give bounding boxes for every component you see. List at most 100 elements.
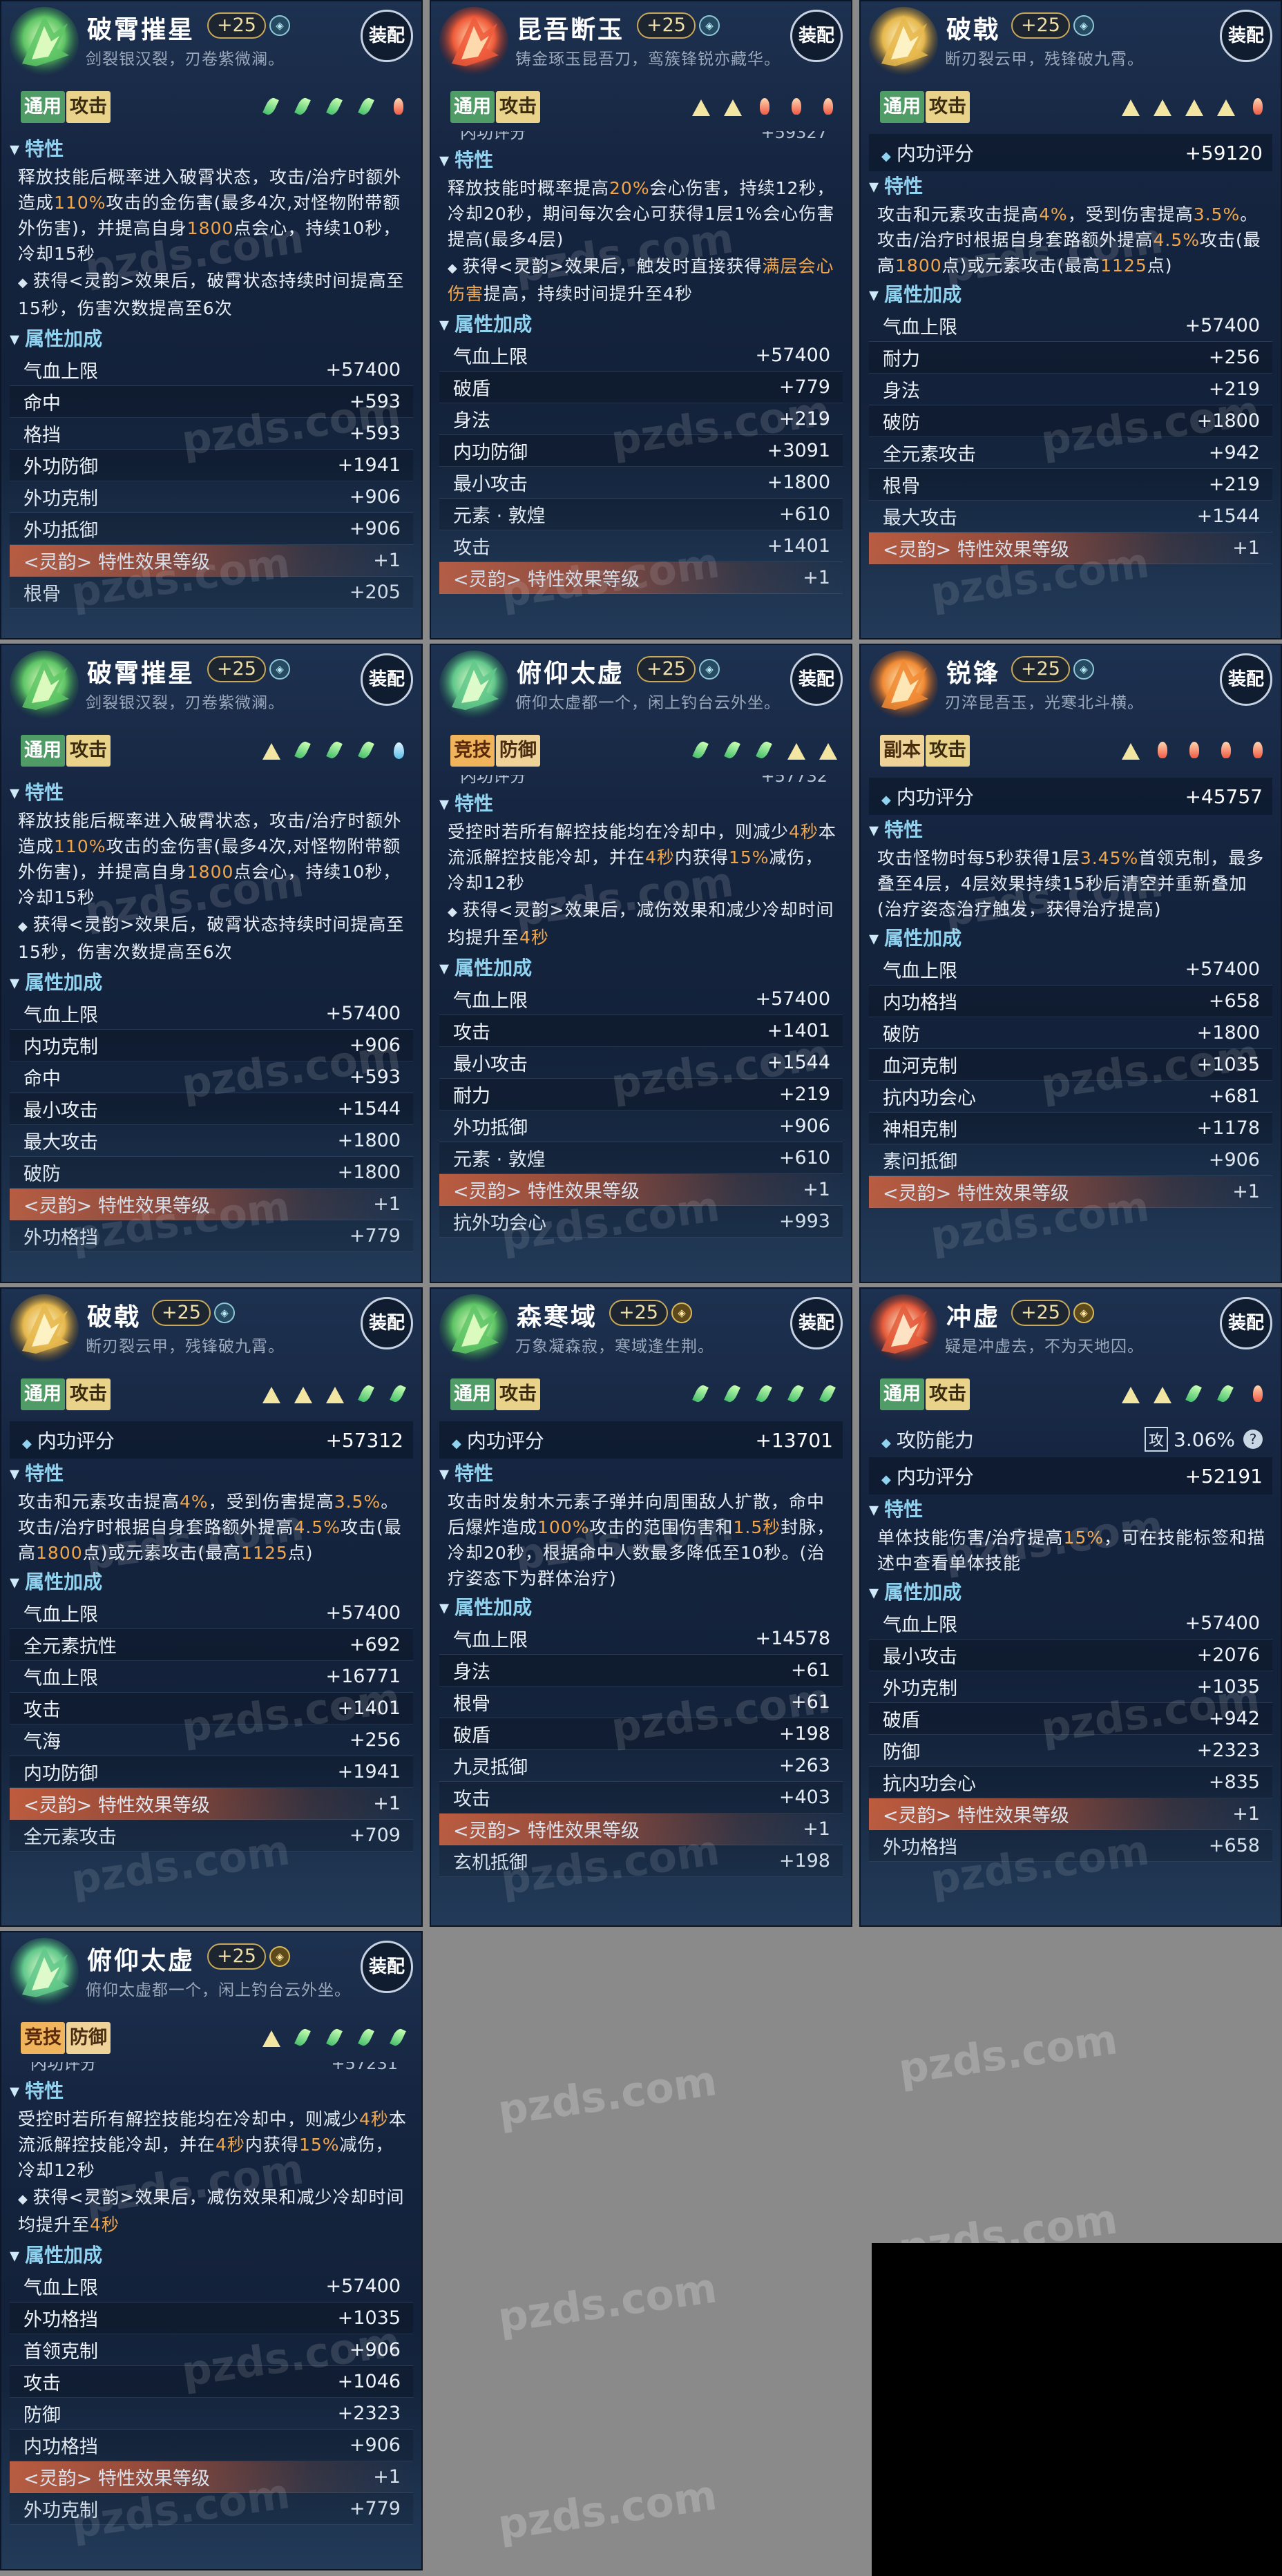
attribute-name: 抗内功会心 (883, 1774, 976, 1795)
card-header: 锐锋 +25 ◈ 刃淬昆吾玉，光寒北斗横。 装配 (861, 645, 1281, 733)
socket-row (251, 739, 410, 762)
attribute-row: 内功格挡 +906 (10, 2430, 413, 2461)
internal-score-label: 内功评分 (22, 1426, 325, 1454)
diamond-icon: ◈ (214, 1303, 235, 1323)
trait-section-header[interactable]: 特性 (869, 815, 1272, 845)
equip-button[interactable]: 装配 (361, 10, 413, 62)
card-header: 冲虚 +25 ◈ 疑是冲虚去，不为天地囚。 装配 (861, 1289, 1281, 1377)
socket-row (1111, 1383, 1270, 1406)
attribute-value: +219 (778, 1084, 830, 1105)
attribute-row: 气血上限 +57400 (10, 354, 413, 386)
attribute-value: +1544 (1196, 506, 1260, 527)
leaf-socket-icon (387, 2026, 410, 2050)
internal-score-value: +13701 (755, 1428, 833, 1452)
leaf-socket-icon (323, 739, 347, 762)
internal-score-value: +45757 (1185, 785, 1263, 808)
clipped-score-value: +57231 (331, 2062, 398, 2073)
fire-socket-icon (1183, 739, 1206, 762)
highlight-value: 1800 (895, 256, 942, 276)
trait-section-header[interactable]: 特性 (869, 171, 1272, 202)
gem-icon (868, 1293, 939, 1365)
equip-button[interactable]: 装配 (361, 1941, 413, 1993)
attribute-value: +906 (349, 486, 401, 508)
trait-section-header[interactable]: 特性 (10, 134, 413, 164)
attribute-name: 攻击 (453, 1022, 490, 1044)
attribute-name: 身法 (453, 1662, 490, 1683)
attribute-value: +681 (1208, 1086, 1260, 1107)
tri-socket-icon (1119, 1383, 1142, 1406)
equip-button[interactable]: 装配 (361, 653, 413, 706)
tag-label: 通用 (21, 1378, 65, 1410)
attribute-section-header[interactable]: 属性加成 (439, 309, 843, 340)
attribute-value: +3091 (767, 440, 830, 461)
equip-button[interactable]: 装配 (790, 1297, 843, 1349)
attribute-section-header[interactable]: 属性加成 (869, 280, 1272, 310)
diamond-icon: ◈ (1073, 1303, 1094, 1323)
card-header: 森寒域 +25 ◈ 万象凝森寂，寒域逢生荆。 装配 (431, 1289, 851, 1377)
attribute-value: +57400 (1185, 315, 1260, 336)
attack-defense-label: 攻防能力 (881, 1425, 1145, 1453)
highlight-value: 4秒 (789, 822, 819, 842)
attribute-row: 抗内功会心 +835 (869, 1767, 1272, 1798)
spec-effect-row: <灵韵> 特性效果等级 +1 (10, 1788, 413, 1820)
attribute-row: 气血上限 +57400 (439, 983, 843, 1015)
attribute-value: +1 (373, 2466, 401, 2488)
equip-button[interactable]: 装配 (790, 653, 843, 706)
attribute-value: +1941 (337, 1761, 401, 1782)
card-body: 特性释放技能后概率进入破霄状态，攻击/治疗时额外造成110%攻击的金伤害(最多4… (10, 775, 413, 1252)
trait-section-header[interactable]: 特性 (439, 145, 843, 175)
diamond-icon: ◈ (699, 659, 720, 680)
attribute-name: 外功抵御 (23, 520, 98, 541)
attribute-section-header[interactable]: 属性加成 (10, 2240, 413, 2271)
gem-icon (8, 1293, 80, 1365)
tri-socket-icon (260, 1383, 283, 1406)
attribute-name: 气血上限 (883, 961, 957, 982)
trait-section-header[interactable]: 特性 (439, 789, 843, 819)
level-badge: +25 (207, 12, 266, 39)
highlight-value: 4秒 (216, 2135, 245, 2155)
attribute-section-header[interactable]: 属性加成 (869, 1577, 1272, 1608)
equip-button[interactable]: 装配 (361, 1297, 413, 1349)
equip-button[interactable]: 装配 (1220, 653, 1272, 706)
attribute-value: +1 (1232, 537, 1260, 559)
diamond-icon: ◈ (671, 1303, 692, 1323)
attribute-section-header[interactable]: 属性加成 (439, 953, 843, 983)
attribute-value: +658 (1208, 990, 1260, 1012)
attribute-value: +57400 (755, 988, 830, 1010)
attribute-section-header[interactable]: 属性加成 (10, 1567, 413, 1597)
tri-socket-icon (291, 1383, 315, 1406)
attribute-name: 破防 (883, 1024, 920, 1046)
trait-section-header[interactable]: 特性 (10, 2076, 413, 2106)
trait-section-header[interactable]: 特性 (10, 778, 413, 808)
leaf-socket-icon (689, 1383, 713, 1406)
trait-section-header[interactable]: 特性 (439, 1459, 843, 1489)
attribute-section-header[interactable]: 属性加成 (10, 324, 413, 354)
attribute-name: 防御 (23, 2405, 61, 2426)
equipment-card: 破霄摧星 +25◈ 剑裂银汉裂，刃卷紫微澜。 装配通用攻击特性释放技能后概率进入破霄状… (0, 644, 423, 1283)
tag-label: 攻击 (926, 735, 970, 767)
attribute-name: 气血上限 (453, 347, 528, 368)
equip-button[interactable]: 装配 (1220, 1297, 1272, 1349)
attribute-row: 内功防御 +1941 (10, 1756, 413, 1788)
attribute-section-header[interactable]: 属性加成 (439, 1593, 843, 1623)
diamond-icon: ◈ (699, 15, 720, 36)
attribute-value: +1046 (337, 2371, 401, 2392)
attribute-section-header[interactable]: 属性加成 (869, 923, 1272, 954)
card-body: 特性释放技能后概率进入破霄状态，攻击/治疗时额外造成110%攻击的金伤害(最多4… (10, 131, 413, 608)
clipped-score-label: 内功评分 (30, 2062, 97, 2073)
attribute-section-header[interactable]: 属性加成 (10, 968, 413, 998)
help-icon[interactable]: ? (1243, 1430, 1263, 1449)
tag-label: 通用 (450, 91, 495, 123)
attribute-row: 外功抵御 +906 (439, 1111, 843, 1142)
trait-section-header[interactable]: 特性 (10, 1459, 413, 1489)
attribute-name: 元素 · 敦煌 (453, 506, 546, 527)
equip-button[interactable]: 装配 (790, 10, 843, 62)
leaf-socket-icon (1214, 1383, 1238, 1406)
leaf-socket-icon (355, 95, 379, 119)
attribute-value: +1 (373, 1793, 401, 1814)
trait-note: 获得<灵韵>效果后，破霄状态持续时间提高至15秒，伤害次数提高至6次 (10, 268, 413, 324)
attribute-name: 外功防御 (23, 456, 98, 478)
equipment-card: 俯仰太虚 +25 ◈ 俯仰太虚都一个，闲上钓台云外坐。 装配 竞技 防御 内功评分 +57231… (0, 1931, 423, 2570)
tag-label: 攻击 (926, 91, 970, 123)
equip-button[interactable]: 装配 (1220, 10, 1272, 62)
